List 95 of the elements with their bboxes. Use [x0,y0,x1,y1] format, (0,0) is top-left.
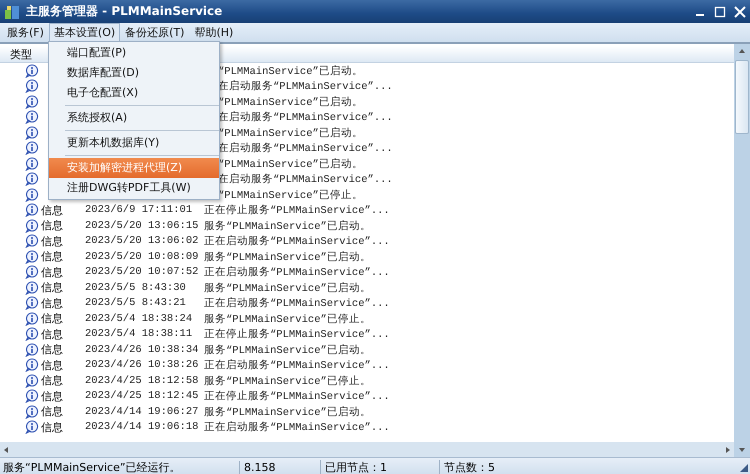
info-icon [25,79,39,94]
status-text: 节点数：5 [439,460,740,474]
info-icon [25,265,39,280]
info-icon [25,172,39,186]
message-cell-text: “PLMMainService”已停止。 [218,188,363,202]
resize-grip-icon[interactable] [740,464,748,472]
type-cell-text: 信息 [40,388,64,404]
message-cell-text: “PLMMainService”已启动。 [218,64,363,78]
info-icon [25,280,39,295]
info-icon [25,312,39,326]
maximize-icon[interactable] [714,6,726,18]
message-cell: 正在启动服务“PLMMainService”... [204,358,390,372]
type-cell-text: 信息 [40,280,64,296]
message-cell-text: 服务“PLMMainService”已停止。 [204,312,371,326]
type-cell-text: 信息 [40,202,64,218]
type-cell-text: 信息 [40,358,64,373]
message-cell-text: 服务“PLMMainService”已启动。 [204,343,371,357]
time-cell-text: 2023/4/25 18:12:45 [85,390,200,402]
type-cell-text: 信息 [40,311,64,326]
info-icon [25,296,39,310]
close-icon[interactable] [734,6,746,18]
window-title: 主服务管理器 - PLMMainService [26,3,224,20]
time-cell-text: 2023/4/14 19:06:27 [85,406,200,418]
info-icon [25,420,39,434]
status-text: 服务“PLMMainService”已经运行。 [2,460,182,474]
message-cell: 正在启动服务“PLMMainService”... [204,296,390,310]
menu-item[interactable]: 更新本机数据库(Y) [49,133,219,153]
type-cell-text: 信息 [40,296,64,311]
message-cell: 正在启动服务“PLMMainService”... [204,234,390,248]
status-text: 8.158 [239,461,320,474]
time-cell-text: 2023/4/26 10:38:34 [85,344,200,356]
info-icon [25,156,39,171]
menu-item[interactable]: 基本设置(O) [48,23,120,42]
type-cell-text: 信息 [40,234,64,249]
info-icon [25,342,39,357]
time-cell-text: 2023/5/5 8:43:30 [85,282,187,294]
type-cell-text: 信息 [40,420,64,435]
info-icon [25,374,39,388]
info-icon [25,218,39,233]
message-cell-text: 服务“PLMMainService”已启动。 [204,250,371,264]
time-cell-text: 2023/5/4 18:38:11 [85,328,194,340]
info-icon [25,404,39,419]
time-cell-text: 2023/5/20 10:08:09 [85,250,200,263]
message-cell: 正在停止服务“PLMMainService”... [204,203,390,218]
menu-item[interactable]: 系统授权(A) [49,108,219,128]
time-cell-text: 2023/4/26 10:38:26 [85,359,200,372]
time-cell-text: 2023/5/4 18:38:24 [85,312,194,325]
message-cell-text: 服务“PLMMainService”已启动。 [204,281,371,295]
type-cell-text: 信息 [40,404,64,420]
message-cell-text: 服务“PLMMainService”已停止。 [204,374,371,388]
info-icon [25,64,39,78]
menu-item[interactable]: 服务(F) [2,23,49,42]
message-cell-text: “PLMMainService”已启动。 [218,157,363,171]
time-cell-text: 2023/4/25 18:12:58 [85,374,200,387]
message-cell: 正在停止服务“PLMMainService”... [204,389,390,404]
info-icon [25,94,39,109]
time-cell-text: 2023/5/20 10:07:52 [85,266,200,278]
column-header[interactable]: 类型 [0,46,32,62]
time-cell-text: 2023/5/20 13:06:15 [85,220,200,232]
time-cell-text: 2023/5/5 8:43:21 [85,297,187,310]
time-cell-text: 2023/4/14 19:06:18 [85,421,200,434]
message-cell-text: 服务“PLMMainService”已启动。 [204,405,371,419]
message-cell: 正在停止服务“PLMMainService”... [204,327,390,342]
info-icon [25,389,39,404]
info-icon [25,234,39,248]
info-icon [25,358,39,372]
type-cell-text: 信息 [40,326,64,342]
menu-item[interactable]: 电子仓配置(X) [49,83,219,103]
info-icon [25,250,39,264]
status-text: 已用节点：1 [320,460,439,474]
message-cell-text: “PLMMainService”已启动。 [218,95,363,109]
menu-item[interactable]: 帮助(H) [189,23,238,42]
message-cell-text: 服务“PLMMainService”已启动。 [204,219,371,233]
menu-item[interactable]: 备份还原(T) [120,23,190,42]
type-cell-text: 信息 [40,342,64,358]
type-cell-text: 信息 [40,264,64,280]
menu-item[interactable]: 数据库配置(D) [49,63,219,83]
message-cell: 正在启动服务“PLMMainService”... [204,420,390,434]
menu-item[interactable]: 注册DWG转PDF工具(W) [49,178,219,198]
info-icon [25,126,39,140]
app-icon [4,4,20,20]
type-cell-text: 信息 [40,218,64,234]
message-cell-text: “PLMMainService”已启动。 [218,126,363,140]
type-cell-text: 信息 [40,249,64,264]
info-icon [25,110,39,124]
type-cell-text: 信息 [40,373,64,388]
time-cell-text: 2023/6/9 17:11:01 [85,204,194,216]
message-cell: 正在启动服务“PLMMainService”... [204,265,390,280]
menu-item[interactable]: 端口配置(P) [49,43,219,63]
info-icon [25,327,39,342]
time-cell-text: 2023/5/20 13:06:02 [85,235,200,248]
info-icon [25,188,39,202]
info-icon [25,141,39,156]
scrollbar-thumb[interactable] [735,60,749,134]
info-icon [25,203,39,218]
